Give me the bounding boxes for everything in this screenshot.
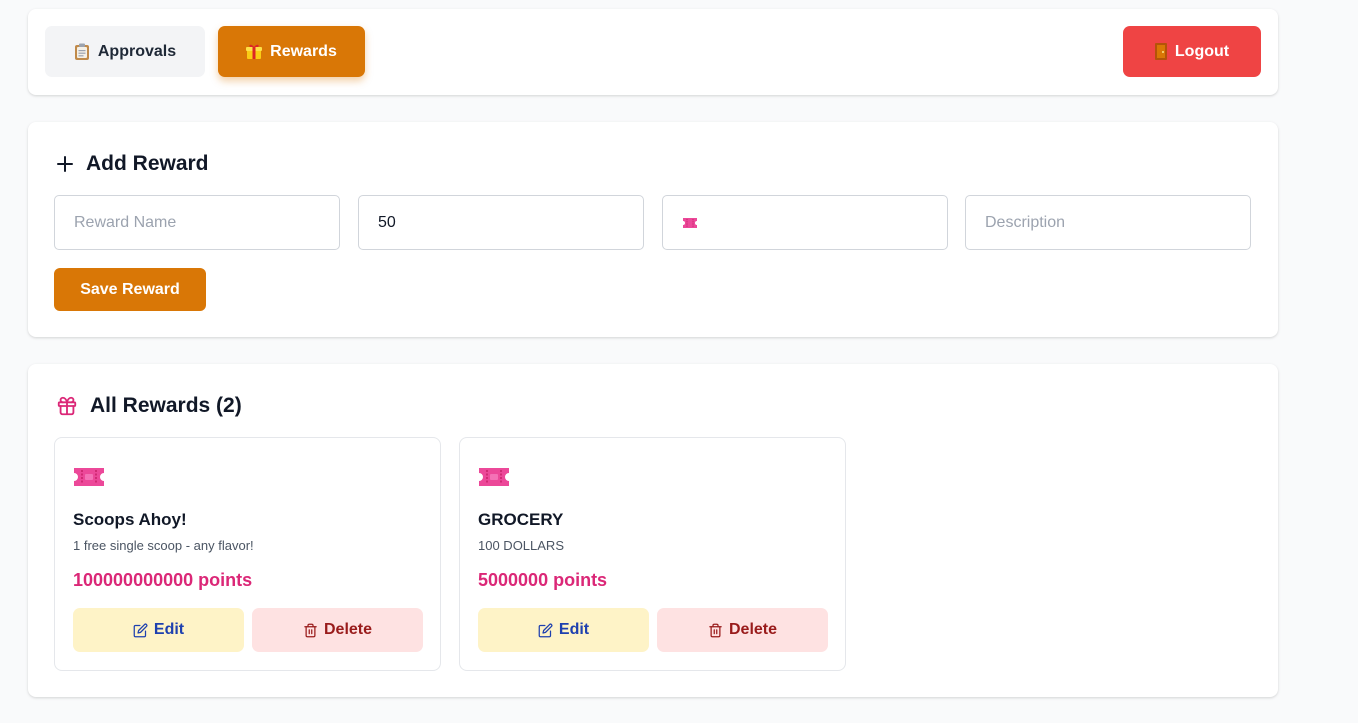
rewards-tab-label: Rewards — [270, 42, 337, 60]
ticket-icon — [73, 466, 105, 488]
plus-icon — [56, 155, 74, 173]
gift-icon — [246, 43, 263, 60]
add-reward-panel: Add Reward Reward Name 50 Description Sa… — [28, 122, 1278, 337]
reward-name-input[interactable]: Reward Name — [54, 195, 340, 250]
reward-description-placeholder: Description — [985, 213, 1066, 231]
reward-points-input[interactable]: 50 — [358, 195, 644, 250]
delete-reward-button[interactable]: Delete — [657, 608, 828, 652]
delete-label: Delete — [728, 621, 778, 638]
all-rewards-title: All Rewards (2) — [90, 394, 242, 417]
edit-icon — [538, 623, 553, 638]
edit-label: Edit — [153, 621, 185, 638]
reward-description: 100 DOLLARS — [478, 538, 564, 553]
reward-card: GROCERY 100 DOLLARS 5000000 points Edit — [459, 437, 846, 671]
ticket-icon — [682, 217, 698, 229]
approvals-tab-button[interactable]: Approvals — [45, 26, 205, 77]
reward-description-input[interactable]: Description — [965, 195, 1251, 250]
approvals-tab-label: Approvals — [97, 42, 177, 60]
reward-points-value: 50 — [378, 213, 396, 231]
reward-points: 5000000 points — [478, 570, 608, 590]
save-reward-button[interactable]: Save Reward — [54, 268, 206, 311]
reward-name-placeholder: Reward Name — [74, 213, 177, 231]
reward-emoji-input[interactable] — [662, 195, 948, 250]
logout-button[interactable]: Logout — [1123, 26, 1261, 77]
ticket-icon — [478, 466, 510, 488]
clipboard-icon — [74, 43, 90, 61]
reward-description: 1 free single scoop - any flavor! — [73, 538, 254, 553]
edit-label: Edit — [558, 621, 590, 638]
trash-icon — [708, 623, 723, 638]
rewards-tab-button[interactable]: Rewards — [218, 26, 365, 77]
delete-reward-button[interactable]: Delete — [252, 608, 423, 652]
door-icon — [1154, 43, 1167, 60]
add-reward-title: Add Reward — [86, 152, 209, 175]
add-reward-heading: Add Reward — [56, 152, 209, 176]
edit-icon — [133, 623, 148, 638]
edit-reward-button[interactable]: Edit — [73, 608, 244, 652]
delete-label: Delete — [323, 621, 373, 638]
all-rewards-heading: All Rewards (2) — [56, 394, 242, 418]
top-nav: Approvals Rewards Logout — [28, 9, 1278, 95]
reward-points: 100000000000 points — [73, 570, 253, 590]
edit-reward-button[interactable]: Edit — [478, 608, 649, 652]
gift-outline-icon — [56, 395, 78, 417]
reward-name: Scoops Ahoy! — [73, 510, 187, 529]
reward-name: GROCERY — [478, 510, 564, 529]
all-rewards-panel: All Rewards (2) Scoops Ahoy! 1 free sing… — [28, 364, 1278, 697]
reward-card: Scoops Ahoy! 1 free single scoop - any f… — [54, 437, 441, 671]
logout-label: Logout — [1174, 42, 1230, 60]
trash-icon — [303, 623, 318, 638]
